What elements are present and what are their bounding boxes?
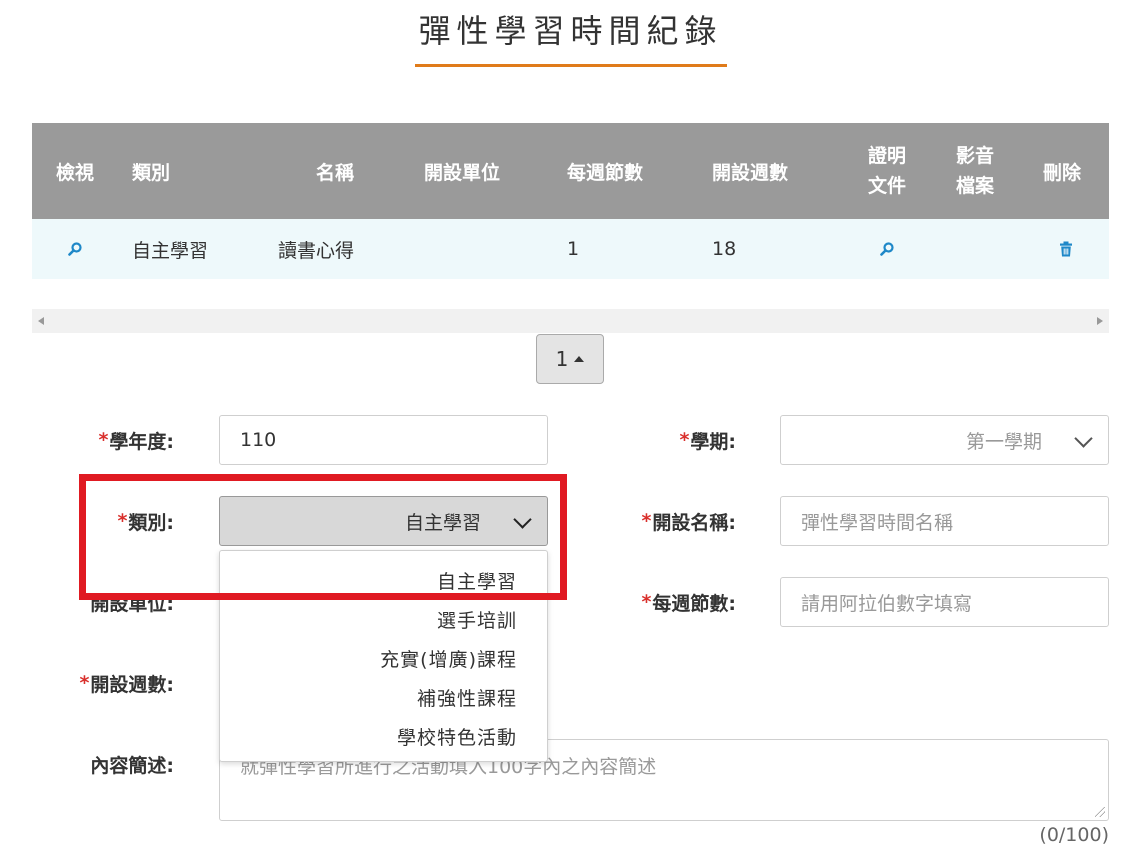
semester-label-text: 學期:	[690, 430, 736, 453]
category-select[interactable]: 自主學習	[219, 496, 548, 546]
scroll-left-arrow-icon[interactable]	[38, 317, 44, 325]
year-label: * 學年度:	[40, 415, 174, 465]
cell-name: 讀書心得	[278, 239, 355, 262]
col-header-proof-line1: 證明	[868, 145, 907, 167]
dropdown-option[interactable]: 選手培訓	[220, 602, 547, 641]
chevron-down-icon	[513, 510, 532, 529]
col-header-category: 類別	[132, 161, 171, 184]
course-name-label-text: 開設名稱:	[652, 511, 736, 534]
trash-icon	[1060, 241, 1072, 257]
char-counter: (0/100)	[1039, 824, 1109, 846]
magnifier-icon	[880, 242, 894, 256]
year-input[interactable]: 110	[219, 415, 548, 465]
semester-select[interactable]: 第一學期	[780, 415, 1109, 465]
title-underline	[415, 64, 727, 67]
view-button[interactable]	[68, 219, 82, 279]
required-mark: *	[641, 510, 652, 532]
delete-button[interactable]	[1059, 219, 1073, 279]
col-header-delete: 刪除	[1043, 161, 1082, 184]
dropdown-option[interactable]: 自主學習	[220, 563, 547, 602]
semester-label: * 學期:	[590, 415, 736, 465]
table-horizontal-scrollbar[interactable]	[32, 309, 1109, 333]
records-table-header: 檢視 類別 名稱 開設單位 每週節數 開設週數 證明 文件 影音 檔案 刪除	[32, 123, 1109, 219]
year-value: 110	[240, 429, 277, 451]
cell-weeks: 18	[712, 238, 737, 260]
page-title: 彈性學習時間紀錄	[418, 12, 723, 50]
course-name-placeholder: 彈性學習時間名稱	[801, 511, 954, 534]
col-header-weeks: 開設週數	[712, 161, 789, 184]
col-header-media: 影音 檔案	[956, 123, 994, 219]
page-selector-button[interactable]: 1	[536, 334, 604, 384]
cell-category: 自主學習	[132, 239, 209, 262]
page-number: 1	[555, 347, 569, 371]
col-header-unit: 開設單位	[424, 161, 501, 184]
course-name-input[interactable]: 彈性學習時間名稱	[780, 496, 1109, 546]
dropdown-option[interactable]: 學校特色活動	[220, 719, 547, 758]
caret-up-icon	[574, 356, 585, 362]
weeks-label-text: 開設週數:	[90, 673, 174, 696]
col-header-proof: 證明 文件	[868, 123, 906, 219]
dropdown-option[interactable]: 補強性課程	[220, 680, 547, 719]
unit-label-text: 開設單位:	[90, 592, 174, 615]
col-header-proof-line2: 文件	[868, 175, 907, 197]
required-mark: *	[641, 591, 652, 613]
magnifier-icon	[68, 242, 82, 256]
cell-per-week: 1	[567, 238, 580, 260]
col-header-media-line1: 影音	[956, 145, 995, 167]
desc-label: 內容簡述:	[40, 739, 174, 789]
course-name-label: * 開設名稱:	[590, 496, 736, 546]
category-value: 自主學習	[404, 511, 481, 534]
semester-value: 第一學期	[965, 430, 1042, 453]
required-mark: *	[117, 510, 128, 532]
col-header-per-week: 每週節數	[567, 161, 644, 184]
category-label-text: 類別:	[128, 511, 174, 534]
per-week-placeholder: 請用阿拉伯數字填寫	[801, 592, 973, 615]
required-mark: *	[98, 429, 109, 451]
unit-label: 開設單位:	[40, 577, 174, 627]
table-row: 自主學習 讀書心得 1 18	[32, 219, 1109, 279]
weeks-label: * 開設週數:	[40, 658, 174, 708]
per-week-label-text: 每週節數:	[652, 592, 736, 615]
required-mark: *	[679, 429, 690, 451]
required-mark: *	[79, 672, 90, 694]
col-header-name: 名稱	[316, 161, 355, 184]
per-week-label: * 每週節數:	[590, 577, 736, 627]
per-week-input[interactable]: 請用阿拉伯數字填寫	[780, 577, 1109, 627]
proof-view-button[interactable]	[880, 219, 894, 279]
desc-label-text: 內容簡述:	[90, 754, 174, 777]
dropdown-option[interactable]: 充實(增廣)課程	[220, 641, 547, 680]
resize-handle-icon[interactable]	[1095, 807, 1105, 817]
year-label-text: 學年度:	[109, 430, 174, 453]
chevron-down-icon	[1074, 429, 1093, 448]
col-header-view: 檢視	[56, 161, 95, 184]
category-label: * 類別:	[40, 496, 174, 546]
scroll-right-arrow-icon[interactable]	[1097, 317, 1103, 325]
category-dropdown-menu: 自主學習 選手培訓 充實(增廣)課程 補強性課程 學校特色活動	[219, 550, 548, 762]
col-header-media-line2: 檔案	[956, 175, 995, 197]
